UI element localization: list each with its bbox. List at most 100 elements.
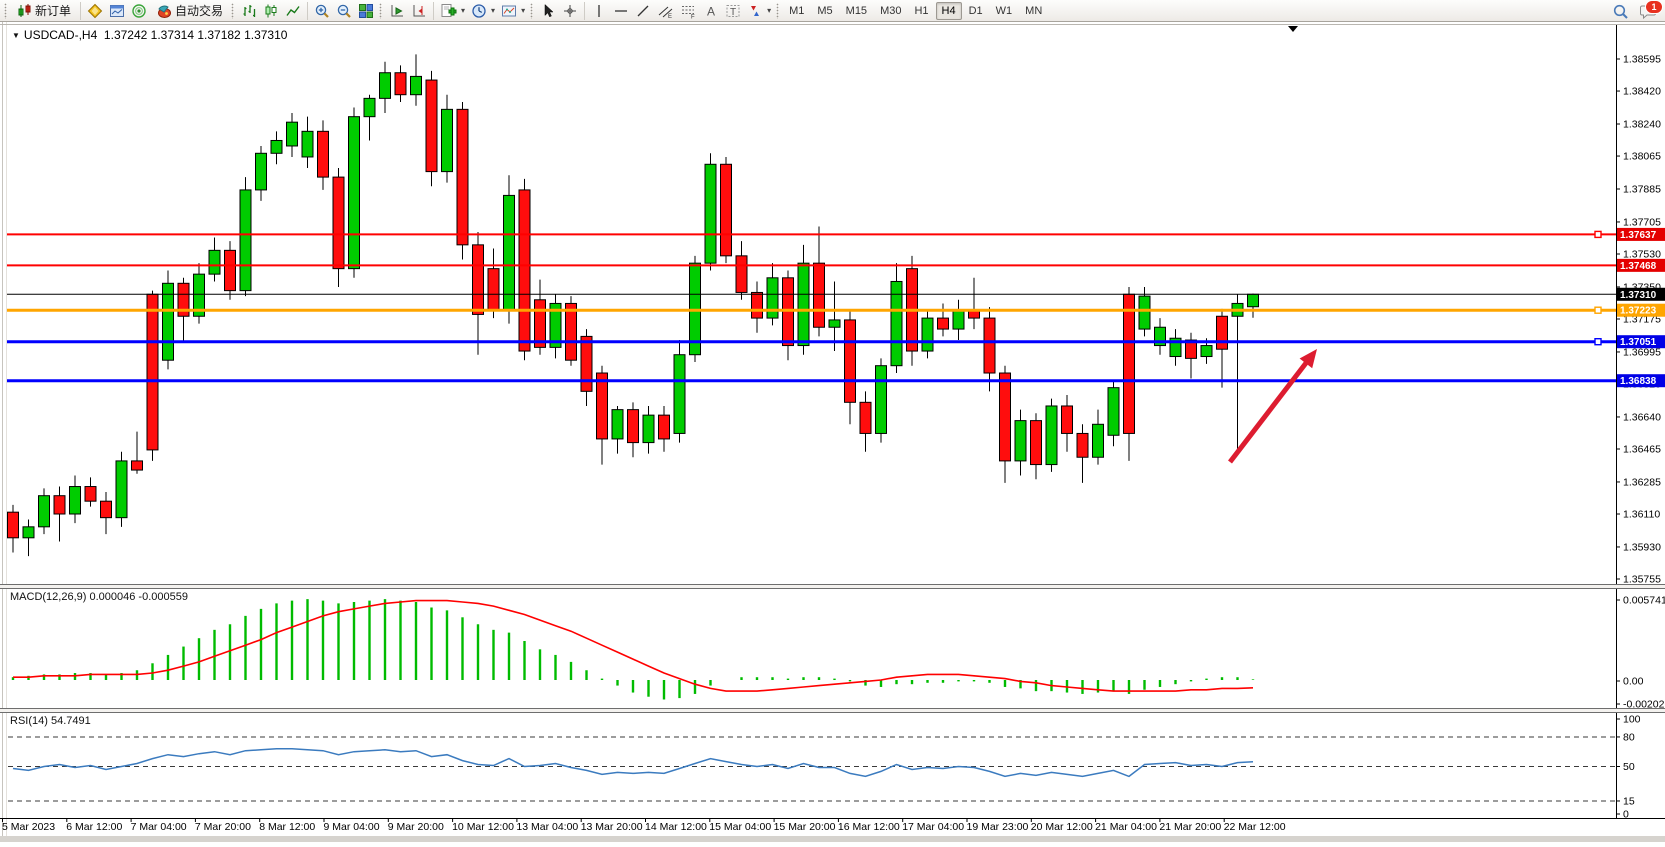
- timeframe-m5-button[interactable]: M5: [811, 2, 838, 20]
- svg-text:1.37530: 1.37530: [1623, 249, 1661, 261]
- chart-canvas[interactable]: 1.385951.384201.382401.380651.378851.377…: [0, 0, 1665, 842]
- candle: [1217, 316, 1228, 349]
- hline-handle[interactable]: [1595, 307, 1601, 313]
- svg-text:1.36285: 1.36285: [1623, 476, 1661, 488]
- tile-windows-button[interactable]: [355, 1, 377, 21]
- candle: [845, 320, 856, 402]
- svg-text:50: 50: [1623, 761, 1635, 773]
- indicators-button[interactable]: ▾: [437, 1, 468, 21]
- candle: [1139, 296, 1150, 329]
- candle: [1077, 433, 1088, 457]
- candle: [23, 527, 34, 538]
- zoom-out-button[interactable]: [333, 1, 355, 21]
- vertical-line-tool-button[interactable]: [588, 1, 610, 21]
- candle: [163, 283, 174, 360]
- notifications-button[interactable]: 1: [1636, 1, 1660, 21]
- timeframe-w1-button[interactable]: W1: [990, 2, 1019, 20]
- trendline-tool-button[interactable]: [632, 1, 654, 21]
- candle: [922, 318, 933, 351]
- cursor-button[interactable]: [537, 1, 559, 21]
- candle: [318, 131, 329, 177]
- dropdown-caret-icon: ▾: [767, 6, 771, 15]
- candle: [736, 256, 747, 293]
- toolbar-grip: [530, 3, 533, 19]
- svg-text:10 Mar 12:00: 10 Mar 12:00: [452, 821, 514, 833]
- svg-text:13 Mar 20:00: 13 Mar 20:00: [581, 821, 643, 833]
- auto-scroll-icon: [389, 3, 405, 19]
- candlestick-chart-button[interactable]: [260, 1, 282, 21]
- symbol-dropdown-icon[interactable]: ▼: [12, 31, 20, 40]
- line-chart-button[interactable]: [282, 1, 304, 21]
- candle: [1248, 294, 1259, 306]
- svg-text:16 Mar 12:00: 16 Mar 12:00: [838, 821, 900, 833]
- fibonacci-tool-button[interactable]: F: [677, 1, 700, 21]
- auto-scroll-button[interactable]: [386, 1, 408, 21]
- zoom-in-icon: [314, 3, 330, 19]
- deposit-button[interactable]: [84, 1, 106, 21]
- timeframe-d1-button[interactable]: D1: [963, 2, 989, 20]
- svg-text:15 Mar 04:00: 15 Mar 04:00: [709, 821, 771, 833]
- symbol-ohlc-text: USDCAD-,H4 1.37242 1.37314 1.37182 1.373…: [24, 28, 288, 42]
- toolbar-grip: [379, 3, 382, 19]
- svg-text:80: 80: [1623, 731, 1635, 743]
- candle: [70, 487, 81, 514]
- candle: [225, 250, 236, 290]
- svg-text:100: 100: [1623, 714, 1641, 726]
- hline-handle[interactable]: [1595, 231, 1601, 237]
- window-icon: [109, 3, 125, 19]
- toolbar-separator: [433, 2, 434, 20]
- crosshair-button[interactable]: [559, 1, 581, 21]
- chart-shift-button[interactable]: [408, 1, 430, 21]
- candle: [721, 164, 732, 256]
- candle: [566, 303, 577, 360]
- yellow-diamond-icon: [87, 3, 103, 19]
- candle: [488, 269, 499, 311]
- timeframe-mn-button[interactable]: MN: [1019, 2, 1048, 20]
- svg-text:1.37705: 1.37705: [1623, 216, 1661, 228]
- timeframe-group: M1M5M15M30H1H4D1W1MN: [783, 2, 1048, 20]
- timeframe-h4-button[interactable]: H4: [936, 2, 962, 20]
- candle: [380, 73, 391, 99]
- toolbar-right: 1: [1609, 0, 1660, 22]
- candle: [39, 496, 50, 527]
- search-button[interactable]: [1609, 1, 1632, 21]
- candle: [442, 109, 453, 171]
- svg-text:1.37885: 1.37885: [1623, 184, 1661, 196]
- timeframe-m1-button[interactable]: M1: [783, 2, 810, 20]
- horizontal-line-tool-button[interactable]: [610, 1, 632, 21]
- text-label-tool-button[interactable]: T: [722, 1, 744, 21]
- templates-button[interactable]: ▾: [498, 1, 528, 21]
- timeframe-m15-button[interactable]: M15: [840, 2, 873, 20]
- signal-icon: [131, 3, 147, 19]
- timeframe-h1-button[interactable]: H1: [908, 2, 934, 20]
- market-window-button[interactable]: [106, 1, 128, 21]
- signals-button[interactable]: [128, 1, 150, 21]
- candle: [1093, 424, 1104, 457]
- bar-chart-button[interactable]: [238, 1, 260, 21]
- autotrading-button[interactable]: 自动交易: [150, 1, 229, 21]
- timeframe-m30-button[interactable]: M30: [874, 2, 907, 20]
- candle: [101, 501, 112, 517]
- zoom-in-button[interactable]: [311, 1, 333, 21]
- hline-handle[interactable]: [1595, 339, 1601, 345]
- svg-text:E: E: [668, 14, 672, 19]
- candle: [1046, 406, 1057, 465]
- svg-text:13 Mar 04:00: 13 Mar 04:00: [516, 821, 578, 833]
- candle: [938, 318, 949, 329]
- svg-text:15: 15: [1623, 795, 1635, 807]
- candle: [1124, 294, 1135, 433]
- text-tool-button[interactable]: A: [700, 1, 722, 21]
- svg-text:22 Mar 12:00: 22 Mar 12:00: [1224, 821, 1286, 833]
- svg-text:21 Mar 04:00: 21 Mar 04:00: [1095, 821, 1157, 833]
- notification-badge: 1: [1645, 0, 1663, 14]
- indicators-icon: [440, 3, 457, 19]
- svg-text:F: F: [691, 14, 695, 19]
- candle: [1108, 388, 1119, 436]
- equidistant-channel-tool-button[interactable]: E: [654, 1, 677, 21]
- crosshair-icon: [562, 3, 578, 19]
- periods-button[interactable]: ▾: [468, 1, 498, 21]
- new-order-button[interactable]: 新订单: [11, 1, 77, 21]
- candle: [333, 177, 344, 269]
- svg-text:1.36640: 1.36640: [1623, 411, 1661, 423]
- arrows-tool-button[interactable]: ▾: [744, 1, 774, 21]
